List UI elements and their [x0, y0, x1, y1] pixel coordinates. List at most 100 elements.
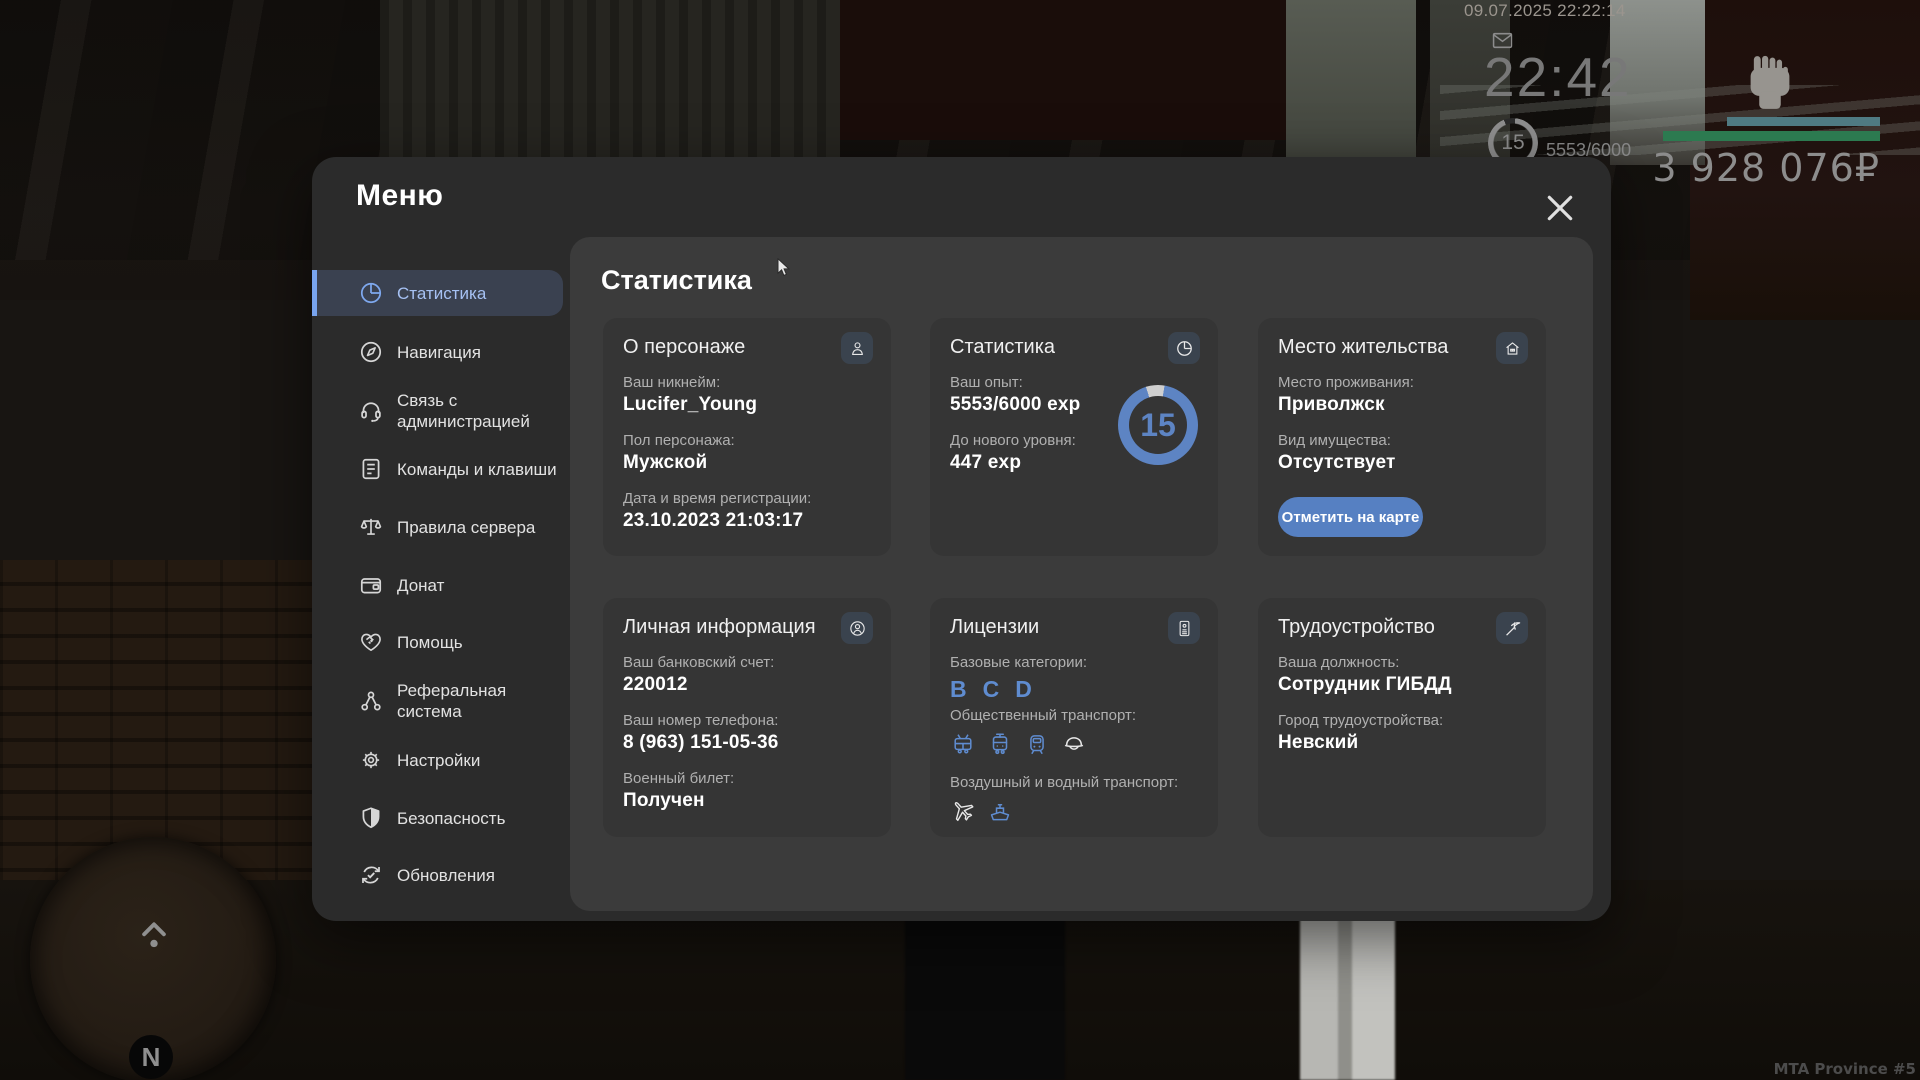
card-licenses: Лицензии Базовые категории: B C D Общест…	[930, 598, 1218, 837]
sidebar-item-server-rules[interactable]: Правила сервера	[312, 504, 563, 550]
field-value: 23.10.2023 21:03:17	[623, 508, 873, 533]
field-label: Пол персонажа:	[623, 431, 873, 450]
plane-icon	[950, 798, 976, 824]
card-title: Трудоустройство	[1278, 616, 1435, 639]
house-icon	[1496, 332, 1528, 364]
card-title: Место жительства	[1278, 336, 1448, 359]
sidebar-item-label: Помощь	[397, 632, 559, 653]
tram-icon	[987, 731, 1013, 757]
menu-panel: Меню Статистика Навигация Связь с админи…	[312, 157, 1611, 921]
sidebar-item-admin-contact[interactable]: Связь с администрацией	[312, 385, 563, 437]
statistics-content-panel: Статистика О персонаже Ваш никнейм: Luci…	[570, 237, 1593, 911]
sidebar-item-label: Настройки	[397, 750, 559, 771]
field-value: Получен	[623, 788, 873, 813]
field-value: 447 exp	[950, 450, 1110, 475]
field-label: Город трудоустройства:	[1278, 711, 1528, 730]
field-label: До нового уровня:	[950, 431, 1110, 450]
field-value: Приволжск	[1278, 392, 1528, 417]
sidebar-item-updates[interactable]: Обновления	[312, 852, 563, 898]
license-category: D	[1015, 676, 1032, 706]
field-label: Воздушный и водный транспорт:	[950, 773, 1200, 792]
pie-chart-icon	[358, 280, 384, 306]
heart-handshake-icon	[358, 629, 384, 655]
server-datetime: 09.07.2025 22:22:14	[1464, 1, 1664, 21]
sidebar-item-commands[interactable]: Команды и клавиши	[312, 443, 563, 495]
card-statistics: Статистика Ваш опыт: 5553/6000 exp До но…	[930, 318, 1218, 556]
sidebar-item-navigation[interactable]: Навигация	[312, 329, 563, 375]
train-icon	[1024, 731, 1050, 757]
fist-icon	[1746, 55, 1794, 111]
ship-icon	[987, 798, 1013, 824]
field-label: Ваша должность:	[1278, 653, 1528, 672]
person-icon	[841, 332, 873, 364]
field-value: Lucifer_Young	[623, 392, 873, 417]
page-title: Статистика	[601, 265, 752, 296]
sidebar-item-referral[interactable]: Реферальная система	[312, 675, 563, 727]
minimap: N	[30, 837, 276, 1080]
sidebar-item-security[interactable]: Безопасность	[312, 795, 563, 841]
commands-icon	[358, 456, 384, 482]
pie-chart-icon	[1168, 332, 1200, 364]
sidebar-item-donate[interactable]: Донат	[312, 562, 563, 608]
field-value: 220012	[623, 672, 873, 697]
armor-bar	[1727, 117, 1880, 126]
driver-cap-icon	[1061, 731, 1087, 757]
license-category: C	[983, 676, 1000, 706]
card-residence: Место жительства Место проживания: Приво…	[1258, 318, 1546, 556]
sidebar-item-label: Правила сервера	[397, 517, 559, 538]
exp-ring-level: 15	[1129, 396, 1187, 454]
public-transport-licenses	[950, 730, 1200, 757]
health-bar	[1663, 131, 1880, 141]
headset-icon	[358, 398, 384, 424]
sidebar-item-label: Донат	[397, 575, 559, 596]
field-value: Сотрудник ГИБДД	[1278, 672, 1528, 697]
exp-ring: 15	[1118, 385, 1198, 465]
field-label: Дата и время регистрации:	[623, 489, 873, 508]
mark-on-map-button[interactable]: Отметить на карте	[1278, 497, 1423, 537]
field-label: Место проживания:	[1278, 373, 1528, 392]
network-icon	[358, 688, 384, 714]
sidebar-item-label: Безопасность	[397, 808, 559, 829]
card-title: О персонаже	[623, 336, 745, 359]
field-label: Ваш опыт:	[950, 373, 1110, 392]
field-value: Отсутствует	[1278, 450, 1528, 475]
card-about-character: О персонаже Ваш никнейм: Lucifer_Young П…	[603, 318, 891, 556]
field-label: Вид имущества:	[1278, 431, 1528, 450]
card-job: Трудоустройство Ваша должность: Сотрудни…	[1258, 598, 1546, 837]
sidebar-item-label: Связь с администрацией	[397, 390, 559, 432]
sidebar-item-label: Навигация	[397, 342, 559, 363]
air-water-licenses	[950, 797, 1200, 824]
field-label: Базовые категории:	[950, 653, 1200, 672]
sidebar-item-statistics[interactable]: Статистика	[312, 270, 563, 316]
sidebar-item-label: Команды и клавиши	[397, 459, 559, 480]
gear-icon	[358, 747, 384, 773]
game-clock: 22:42	[1484, 45, 1632, 109]
sidebar-item-label: Обновления	[397, 865, 559, 886]
trolleybus-icon	[950, 731, 976, 757]
field-value: 5553/6000 exp	[950, 392, 1110, 417]
menu-title: Меню	[356, 179, 443, 213]
close-icon[interactable]	[1544, 192, 1576, 224]
field-label: Ваш номер телефона:	[623, 711, 873, 730]
wallet-icon	[358, 572, 384, 598]
refresh-check-icon	[358, 862, 384, 888]
license-categories: B C D	[950, 676, 1200, 706]
compass-icon	[358, 339, 384, 365]
id-card-icon	[1168, 612, 1200, 644]
field-label: Общественный транспорт:	[950, 706, 1200, 725]
sidebar-item-settings[interactable]: Настройки	[312, 737, 563, 783]
sidebar-item-label: Статистика	[397, 283, 559, 304]
player-marker-icon	[138, 915, 170, 951]
mouse-cursor	[777, 258, 792, 279]
card-title: Статистика	[950, 336, 1055, 359]
card-title: Лицензии	[950, 616, 1039, 639]
card-personal-info: Личная информация Ваш банковский счет: 2…	[603, 598, 891, 837]
field-value: Мужской	[623, 450, 873, 475]
field-value: 8 (963) 151-05-36	[623, 730, 873, 755]
sidebar-item-label: Реферальная система	[397, 680, 559, 722]
sidebar-item-help[interactable]: Помощь	[312, 619, 563, 665]
compass-north-badge: N	[129, 1035, 173, 1079]
license-category: B	[950, 676, 967, 706]
game-screen: 09.07.2025 22:22:14 22:42 3 928 076₽ 15 …	[0, 0, 1920, 1080]
field-label: Ваш никнейм:	[623, 373, 873, 392]
